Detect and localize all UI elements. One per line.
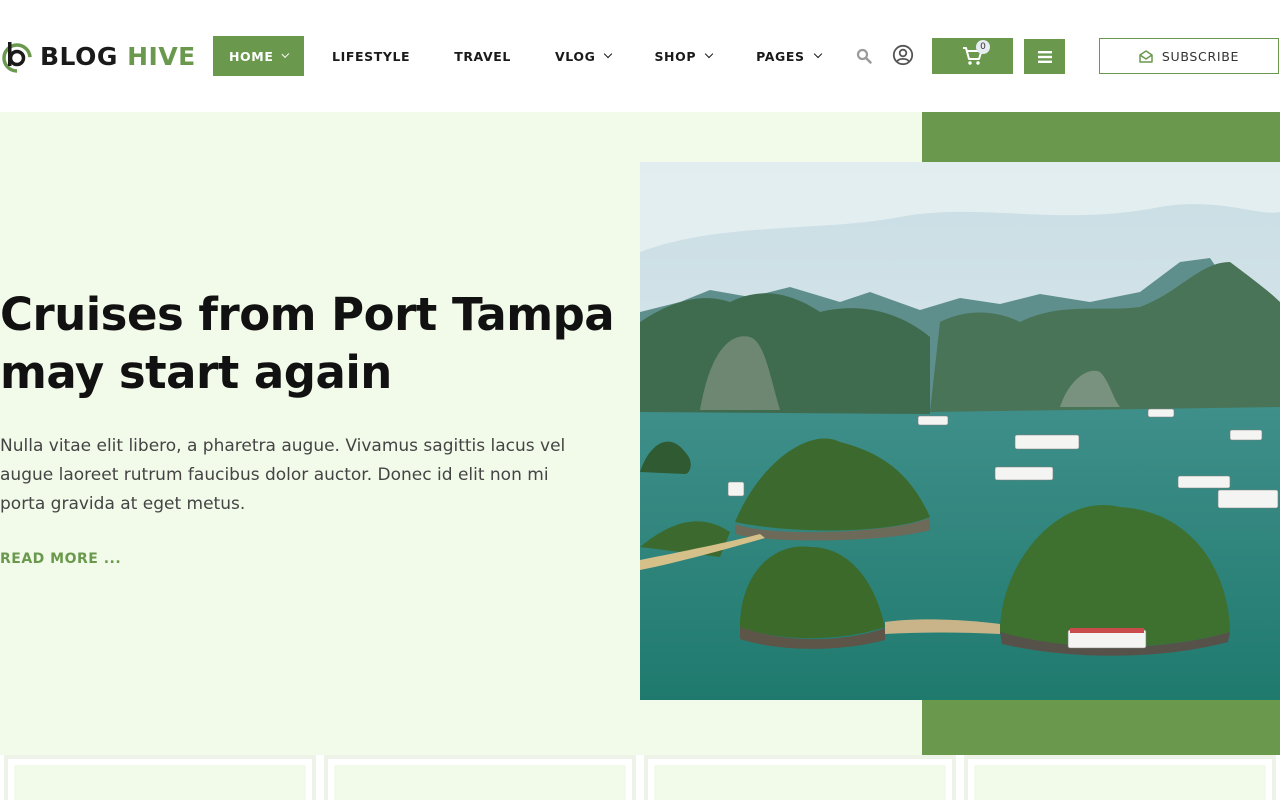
- nav-item-vlog[interactable]: VLOG: [554, 36, 613, 76]
- nav-item-lifestyle[interactable]: LIFESTYLE: [332, 36, 410, 76]
- post-card[interactable]: [964, 755, 1276, 800]
- cart-count-badge: 0: [976, 40, 990, 54]
- brand-name: BLOG HIVE: [40, 42, 196, 71]
- hero-title[interactable]: Cruises from Port Tampa may start again: [0, 286, 620, 402]
- user-icon[interactable]: [892, 44, 914, 66]
- chevron-down-icon: [604, 49, 613, 59]
- site-header: BLOG HIVE HOME LIFESTYLE TRAVEL VLOG SHO…: [0, 0, 1280, 112]
- hero-description: Nulla vitae elit libero, a pharetra augu…: [0, 436, 566, 514]
- post-card[interactable]: [644, 755, 956, 800]
- nav-item-travel[interactable]: TRAVEL: [454, 36, 511, 76]
- nav-item-pages[interactable]: PAGES: [756, 36, 822, 76]
- nav-item-shop[interactable]: SHOP: [654, 36, 714, 76]
- chevron-down-icon: [704, 49, 714, 59]
- post-card-body: [974, 765, 1266, 800]
- post-card-body: [14, 765, 306, 800]
- post-cards-row: [0, 755, 1280, 800]
- post-card-body: [654, 765, 946, 800]
- hero-image[interactable]: [640, 162, 1280, 700]
- post-card[interactable]: [4, 755, 316, 800]
- post-card[interactable]: [324, 755, 636, 800]
- chevron-down-icon: [282, 50, 290, 58]
- hero-photo: [640, 162, 1280, 700]
- nav-label: LIFESTYLE: [332, 48, 411, 64]
- brand-name-part2: HIVE: [127, 41, 196, 71]
- search-icon[interactable]: [856, 48, 872, 64]
- post-card-body: [334, 765, 626, 800]
- nav-item-home[interactable]: HOME: [213, 36, 304, 76]
- brand-logo[interactable]: BLOG HIVE: [0, 38, 196, 74]
- chevron-down-icon: [813, 49, 822, 59]
- read-more-link[interactable]: READ MORE ...: [0, 551, 121, 567]
- main-nav: HOME LIFESTYLE TRAVEL VLOG SHOP PAGES: [213, 36, 822, 76]
- logo-icon: [2, 42, 32, 73]
- nav-label: SHOP: [654, 48, 697, 64]
- hamburger-icon: [1037, 50, 1052, 63]
- subscribe-button[interactable]: SUBSCRIBE: [1099, 38, 1279, 74]
- nav-label: TRAVEL: [454, 48, 511, 64]
- nav-label: PAGES: [756, 48, 805, 64]
- cart-button[interactable]: 0: [932, 38, 1013, 74]
- envelope-icon: [1139, 49, 1153, 63]
- nav-label: HOME: [229, 48, 274, 64]
- brand-name-part1: BLOG: [40, 41, 118, 71]
- subscribe-label: SUBSCRIBE: [1161, 48, 1240, 64]
- nav-label: VLOG: [554, 48, 596, 64]
- hamburger-menu-button[interactable]: [1024, 39, 1065, 74]
